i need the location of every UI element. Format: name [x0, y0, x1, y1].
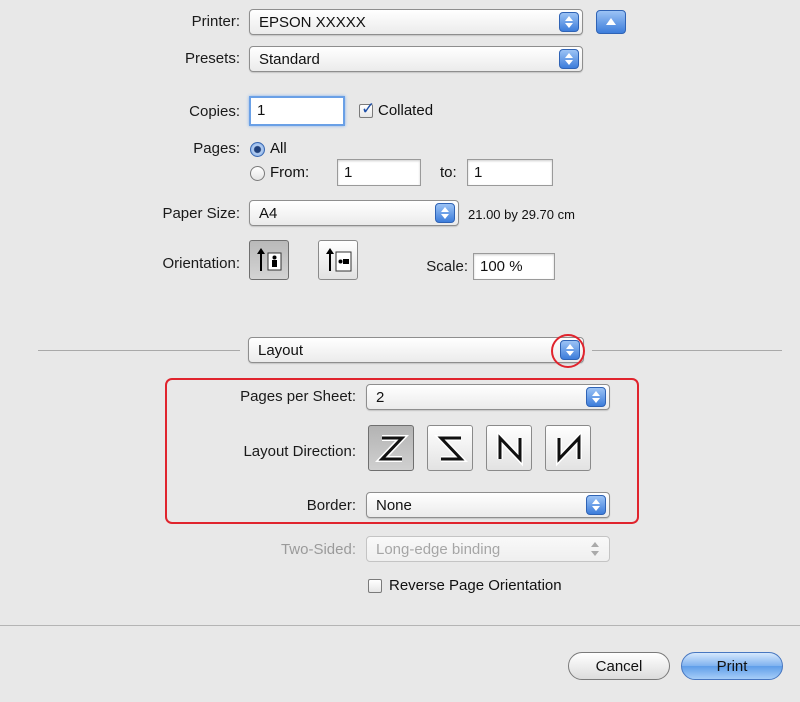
checkmark-icon: ✓ — [361, 99, 376, 118]
reverse-orientation-checkbox[interactable] — [368, 579, 382, 593]
popup-arrows-icon — [586, 495, 606, 515]
separator — [592, 350, 782, 351]
pages-all-radio[interactable] — [250, 142, 265, 157]
direction-s-button[interactable] — [427, 425, 473, 471]
highlight-circle — [551, 334, 585, 368]
paper-size-label: Paper Size: — [162, 205, 240, 222]
direction-n-icon — [556, 430, 582, 467]
printer-popup[interactable]: EPSON XXXXX — [249, 9, 583, 35]
pages-label: Pages: — [193, 140, 240, 157]
paper-size-popup[interactable]: A4 — [249, 200, 459, 226]
direction-s-icon — [434, 435, 468, 462]
presets-popup[interactable]: Standard — [249, 46, 583, 72]
scale-field[interactable]: 100 % — [473, 253, 555, 280]
border-label: Border: — [306, 497, 356, 514]
direction-n-reverse-icon — [497, 430, 523, 467]
collated-checkbox[interactable]: ✓ — [359, 99, 375, 118]
direction-n-button[interactable] — [545, 425, 591, 471]
landscape-button[interactable] — [318, 240, 358, 280]
printer-label: Printer: — [191, 13, 240, 30]
direction-z-icon — [375, 435, 409, 462]
portrait-orientation-icon — [257, 248, 282, 271]
portrait-button[interactable] — [249, 240, 289, 280]
border-value: None — [376, 497, 412, 514]
popup-arrows-icon — [559, 49, 579, 69]
presets-value: Standard — [259, 51, 320, 68]
collated-label: Collated — [378, 102, 434, 119]
copies-label: Copies: — [189, 103, 240, 120]
two-sided-popup: Long-edge binding — [366, 536, 610, 562]
separator — [38, 350, 240, 351]
popup-arrows-icon — [586, 387, 606, 407]
pages-from-field[interactable]: 1 — [337, 159, 421, 186]
reverse-orientation-label: Reverse Page Orientation — [389, 577, 562, 594]
popup-arrows-icon — [586, 539, 606, 559]
pages-from-label: From: — [270, 164, 310, 181]
popup-arrows-icon — [435, 203, 455, 223]
orientation-label: Orientation: — [162, 255, 240, 272]
direction-n-reverse-button[interactable] — [486, 425, 532, 471]
print-button[interactable]: Print — [681, 652, 783, 680]
disclosure-button[interactable] — [596, 10, 626, 34]
section-popup[interactable]: Layout — [248, 337, 584, 363]
scale-label: Scale: — [426, 258, 468, 275]
two-sided-label: Two-Sided: — [280, 541, 356, 558]
layout-direction-label: Layout Direction: — [243, 443, 356, 460]
border-popup[interactable]: None — [366, 492, 610, 518]
paper-dimensions: 21.00 by 29.70 cm — [468, 207, 575, 222]
printer-value: EPSON XXXXX — [259, 14, 366, 31]
landscape-orientation-icon — [326, 248, 352, 272]
copies-field[interactable]: 1 — [249, 96, 345, 126]
direction-z-button[interactable] — [368, 425, 414, 471]
presets-label: Presets: — [184, 50, 240, 67]
pages-per-sheet-popup[interactable]: 2 — [366, 384, 610, 410]
pages-all-label: All — [270, 140, 287, 157]
section-value: Layout — [258, 342, 304, 359]
pages-per-sheet-label: Pages per Sheet: — [240, 388, 356, 405]
two-sided-value: Long-edge binding — [376, 541, 501, 558]
pages-to-field[interactable]: 1 — [467, 159, 553, 186]
pages-to-label: to: — [440, 164, 457, 181]
cancel-button[interactable]: Cancel — [568, 652, 670, 680]
paper-size-value: A4 — [259, 205, 278, 222]
separator — [0, 625, 800, 626]
pages-per-sheet-value: 2 — [376, 389, 385, 406]
popup-arrows-icon — [559, 12, 579, 32]
pages-from-radio[interactable] — [250, 166, 265, 181]
